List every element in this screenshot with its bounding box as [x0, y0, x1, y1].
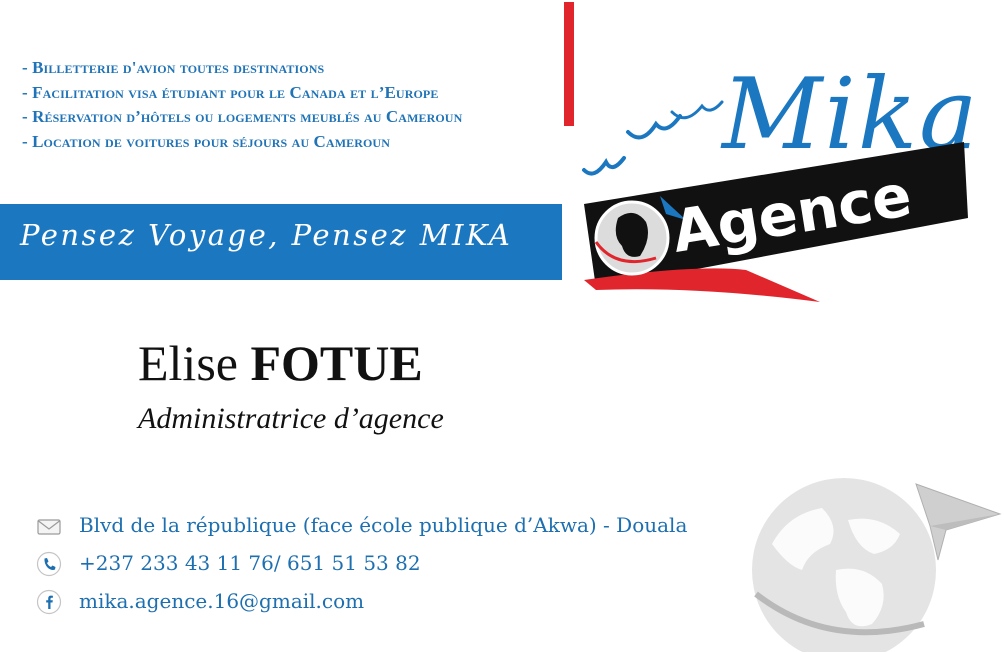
last-name: FOTUE	[250, 335, 423, 391]
bird-icon	[626, 114, 682, 140]
facebook-icon	[36, 589, 62, 615]
address-text: Blvd de la république (face école publiq…	[79, 513, 688, 537]
services-list: - Billetterie d'avion toutes destination…	[22, 56, 462, 154]
slogan-text: Pensez Voyage, Pensez MIKA	[20, 218, 513, 252]
mika-agence-logo: Mika Agence	[582, 58, 978, 302]
envelope-icon	[37, 519, 61, 535]
bird-icon	[582, 156, 626, 176]
phone-text: +237 233 43 11 76/ 651 51 53 82	[79, 551, 421, 575]
service-item: - Billetterie d'avion toutes destination…	[22, 58, 325, 77]
person-name: Elise FOTUE	[138, 334, 423, 392]
red-divider	[564, 2, 574, 126]
phone-icon	[36, 551, 62, 577]
service-item: - Réservation d’hôtels ou logements meub…	[22, 107, 463, 126]
email-text: mika.agence.16@gmail.com	[79, 589, 365, 613]
business-card: - Billetterie d'avion toutes destination…	[0, 0, 1004, 652]
service-item: - Location de voitures pour séjours au C…	[22, 131, 390, 151]
first-name: Elise	[138, 335, 238, 391]
globe-illustration	[752, 478, 1002, 652]
service-item: - Facilitation visa étudiant pour le Can…	[22, 82, 439, 102]
slogan-banner: Pensez Voyage, Pensez MIKA	[0, 204, 562, 280]
person-title: Administratrice d’agence	[138, 402, 444, 435]
